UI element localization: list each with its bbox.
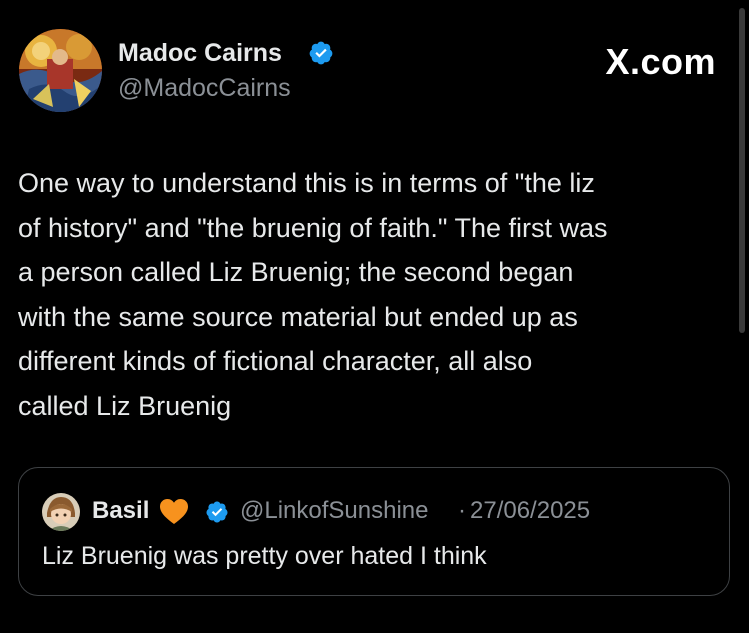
scrollbar[interactable] [739,8,745,333]
separator-dot: · [458,497,466,524]
x-com-watermark: X.com [605,41,716,82]
author-name[interactable]: Madoc Cairns [118,38,282,68]
quoted-tweet-date[interactable]: 27/06/2025 [470,496,590,526]
anime-character-avatar-icon [42,493,80,531]
quoted-author-avatar[interactable] [42,493,80,531]
tweet-text-line: a person called Liz Bruenig; the second … [18,257,574,287]
quoted-tweet-card[interactable]: Basil @LinkofSunshine · 27/06/2025 Liz B… [18,467,730,596]
verified-badge-icon [206,501,228,523]
author-handle[interactable]: @MadocCairns [118,73,291,103]
quoted-tweet-text: Liz Bruenig was pretty over hated I thin… [42,542,487,570]
author-avatar[interactable] [19,29,102,112]
tweet-text-line: of history" and "the bruenig of faith." … [18,212,608,243]
quoted-author-name[interactable]: Basil [92,496,149,526]
tweet-text-line: different kinds of fictional character, … [18,346,533,376]
tweet-text-line: called Liz Bruenig [18,390,232,421]
painted-artwork-avatar-icon [19,29,102,112]
quoted-author-handle[interactable]: @LinkofSunshine [240,496,428,526]
tweet-text: One way to understand this is in terms o… [18,161,733,428]
tweet-text-line: One way to understand this is in terms o… [18,168,595,198]
tweet-text-line: with the same source material but ended … [18,301,578,332]
orange-heart-icon [160,499,188,524]
verified-badge-icon [309,41,333,65]
